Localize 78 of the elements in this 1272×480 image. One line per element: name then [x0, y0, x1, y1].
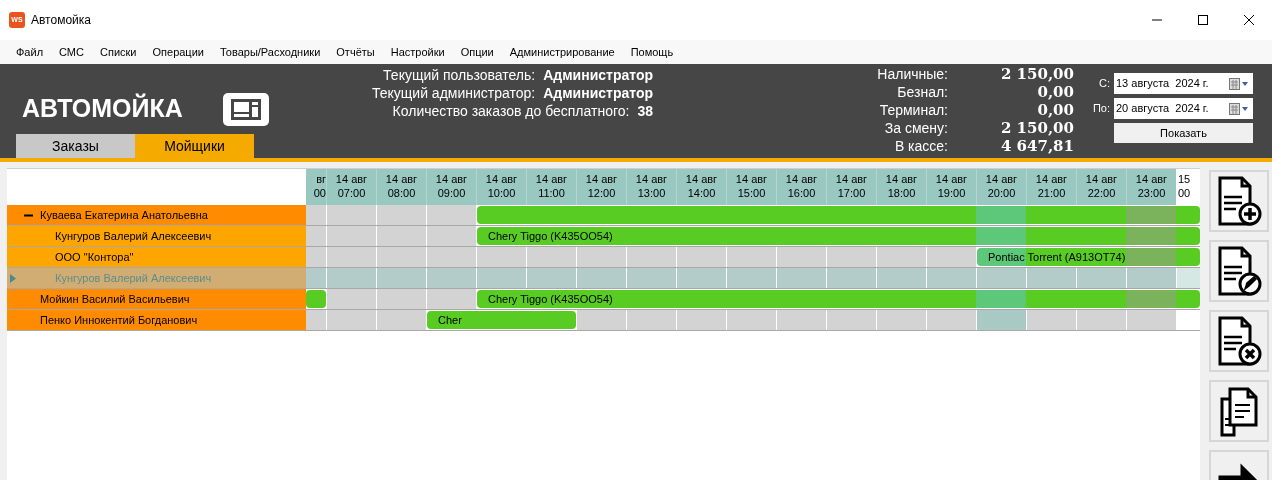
toolbar-button[interactable]: [1209, 170, 1269, 232]
booking-bar[interactable]: Pontiac Torrent (A913OT74): [976, 247, 1200, 267]
time-header-cell: 14 авг 14:00: [676, 169, 726, 205]
document-plus-icon: [1216, 175, 1262, 227]
worker-name: Кунгуров Валерий Алексеевич: [55, 228, 212, 244]
time-header-cell: 14 авг 13:00: [626, 169, 676, 205]
time-header-cell-text: вг 00: [312, 172, 326, 201]
time-header-cell: 14 авг 20:00: [976, 169, 1026, 205]
booking-bar[interactable]: Chery Tiggo (K435OO54): [476, 226, 1200, 246]
time-header-cell: 14 авг 22:00: [1076, 169, 1126, 205]
document-pencil-icon: [1216, 245, 1262, 297]
date-field[interactable]: 20 августа 2024 г.: [1114, 98, 1253, 119]
total-value: 2 150,00: [999, 118, 1074, 139]
worker-name: Кунгуров Валерий Алексеевич: [55, 270, 212, 286]
menu-item[interactable]: Опции: [452, 43, 502, 61]
worker-name: ООО "Контора": [55, 249, 134, 265]
time-header-cell: 14 авг 15:00: [726, 169, 776, 205]
worker-row[interactable]: ООО "Контора": [7, 247, 306, 267]
info-label: Текущий администратор:: [371, 83, 536, 103]
window-title: Автомойка: [31, 12, 91, 29]
time-header-cell: 14 авг 21:00: [1026, 169, 1076, 205]
menu-item[interactable]: Отчёты: [328, 43, 383, 61]
time-header-cell: 14 авг 18:00: [876, 169, 926, 205]
document-cross-icon: [1216, 315, 1262, 367]
menu-item[interactable]: Товары/Расходники: [211, 43, 329, 61]
total-label: Терминал:: [878, 100, 948, 120]
menu-item[interactable]: Файл: [8, 43, 52, 61]
total-label: За смену:: [883, 118, 948, 138]
total-label: Наличные:: [876, 64, 948, 84]
booking-bar[interactable]: Chery Tiggo (K435OO54): [476, 289, 1200, 309]
total-value: 2 150,00: [999, 63, 1074, 85]
toolbar-button[interactable]: [1209, 380, 1269, 442]
tab[interactable]: Мойщики: [135, 134, 254, 158]
toolbar-button[interactable]: [1209, 240, 1269, 302]
menu-item[interactable]: Настройки: [382, 43, 453, 61]
menu-item[interactable]: Списки: [92, 43, 145, 61]
menu-item[interactable]: Администрирование: [501, 43, 623, 61]
total-value: 4 647,81: [999, 136, 1074, 157]
date-label: По:: [1092, 101, 1110, 117]
time-header-cell: 14 авг 12:00: [576, 169, 626, 205]
row-pointer-icon: [10, 273, 16, 283]
total-label: В кассе:: [893, 136, 948, 156]
time-header-cell: 14 авг 19:00: [926, 169, 976, 205]
worker-row[interactable]: Пенко Иннокентий Богданович: [7, 310, 306, 330]
total-value: 0,00: [1036, 82, 1074, 103]
toolbar-button[interactable]: [1209, 310, 1269, 372]
close-icon: [1244, 15, 1254, 25]
time-header-cell: 15 00: [1176, 169, 1200, 205]
info-value: Администратор: [543, 83, 653, 103]
date-field[interactable]: 13 августа 2024 г.: [1114, 73, 1253, 94]
time-header-cell: 14 авг 17:00: [826, 169, 876, 205]
info-value: 38: [637, 101, 653, 121]
total-label: Безнал:: [896, 82, 948, 102]
worker-row[interactable]: Куваева Екатерина Анатольевна: [7, 205, 306, 225]
info-value: Администратор: [543, 65, 653, 85]
show-button[interactable]: Показать: [1114, 123, 1253, 143]
time-header-cell: 14 авг 11:00: [526, 169, 576, 205]
info-label: Текущий пользователь:: [382, 65, 536, 85]
calendar-dropdown-icon: [1229, 102, 1249, 115]
worker-name: Пенко Иннокентий Богданович: [40, 312, 198, 328]
worker-name: Мойкин Василий Васильевич: [40, 291, 190, 307]
menu-item[interactable]: Операции: [144, 43, 212, 61]
total-value: 0,00: [1036, 100, 1074, 121]
maximize-icon: [1198, 15, 1208, 25]
menu-item[interactable]: Помощь: [622, 43, 682, 61]
booking-bar[interactable]: Cher: [426, 310, 576, 330]
time-header-cell: 14 авг 10:00: [476, 169, 526, 205]
worker-row[interactable]: Кунгуров Валерий Алексеевич: [7, 226, 306, 246]
info-label: Количество заказов до бесплатного:: [391, 101, 630, 121]
calendar-dropdown-icon: [1229, 77, 1249, 90]
time-header-cell: 14 авг 16:00: [776, 169, 826, 205]
app-heading: АВТОМОЙКА: [22, 92, 183, 125]
menu-item[interactable]: СМС: [51, 43, 92, 61]
tab[interactable]: Заказы: [16, 134, 135, 158]
newspaper-icon: [222, 92, 269, 126]
worker-row[interactable]: Мойкин Василий Васильевич: [7, 289, 306, 309]
date-label: С:: [1098, 76, 1110, 92]
worker-name: Куваева Екатерина Анатольевна: [40, 207, 208, 223]
